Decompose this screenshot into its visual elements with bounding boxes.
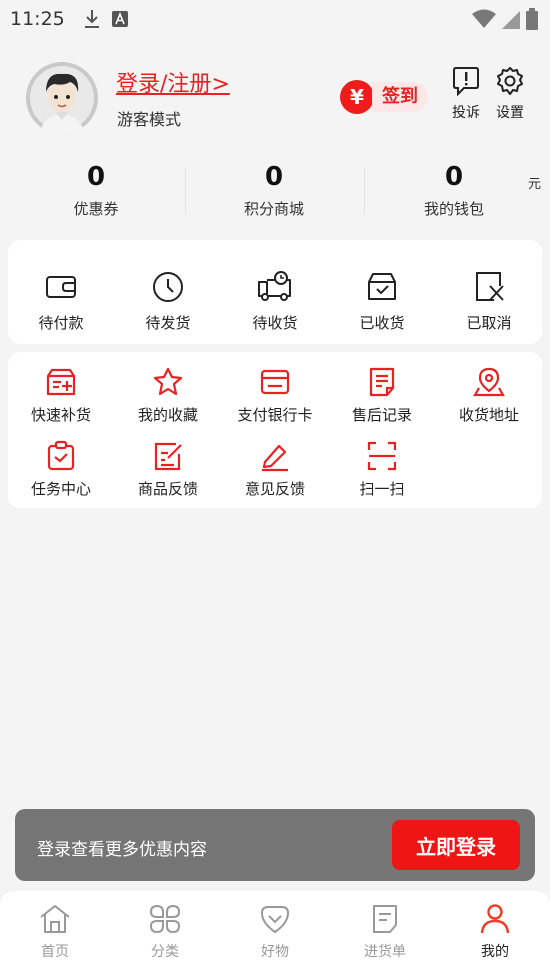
download-icon — [85, 10, 99, 28]
home-icon — [40, 905, 70, 933]
tab-purchase-list-label: 进货单 — [364, 944, 406, 960]
status-bar: 11:25 — [0, 0, 550, 38]
avatar[interactable] — [26, 62, 98, 134]
yuan-icon: ¥ — [340, 80, 374, 114]
tab-home-label: 首页 — [41, 944, 69, 960]
settings-label: 设置 — [496, 105, 524, 121]
tab-home[interactable]: 首页 — [15, 903, 95, 961]
order-cancelled-label: 已取消 — [466, 314, 512, 332]
tab-mine-label: 我的 — [481, 944, 509, 960]
wifi-icon — [472, 9, 496, 28]
tool-quick-restock-label: 快速补货 — [30, 406, 91, 424]
order-pending-payment-label: 待付款 — [38, 314, 84, 332]
tool-address-label: 收货地址 — [458, 406, 519, 424]
stat-points-mall-value: 0 — [264, 162, 284, 192]
stat-coupons-label: 优惠券 — [73, 200, 119, 218]
tool-after-sales-label: 售后记录 — [351, 406, 412, 424]
stat-wallet-label: 我的钱包 — [423, 200, 484, 218]
signin-button[interactable]: ¥ 签到 — [340, 78, 428, 116]
tool-task-center-label: 任务中心 — [30, 480, 91, 498]
tab-category-label: 分类 — [151, 944, 179, 960]
stat-coupons[interactable]: 0 优惠券 — [46, 160, 146, 219]
tool-scan[interactable]: 扫一扫 — [329, 440, 435, 499]
stat-divider — [364, 168, 365, 214]
location-icon — [473, 367, 505, 397]
stat-wallet[interactable]: 0 我的钱包 — [404, 160, 504, 219]
cancel-icon — [476, 272, 504, 301]
edit-icon — [154, 442, 182, 471]
status-notification-icons — [84, 9, 128, 29]
stat-points-mall-label: 积分商城 — [243, 200, 304, 218]
stat-points-mall[interactable]: 0 积分商城 — [224, 160, 324, 219]
order-received[interactable]: 已收货 — [329, 270, 435, 333]
order-pending-shipment-label: 待发货 — [145, 314, 191, 332]
heart-shield-icon — [260, 906, 290, 934]
tab-mine[interactable]: 我的 — [455, 903, 535, 961]
tool-suggestions[interactable]: 意见反馈 — [222, 440, 328, 499]
complaint-label: 投诉 — [452, 105, 480, 121]
tab-goods-label: 好物 — [261, 944, 289, 960]
guest-mode-label: 游客模式 — [117, 110, 182, 129]
category-icon — [149, 904, 181, 934]
bottom-tab-bar: 首页 分类 好物 进货单 我的 — [0, 891, 550, 979]
status-time: 11:25 — [10, 8, 65, 30]
tool-address[interactable]: 收货地址 — [436, 366, 542, 425]
stat-coupons-value: 0 — [86, 162, 106, 192]
avatar-image — [26, 62, 98, 134]
login-banner: 登录查看更多优惠内容 立即登录 — [15, 809, 535, 881]
tab-goods[interactable]: 好物 — [235, 903, 315, 961]
document-icon — [369, 367, 395, 397]
order-pending-receipt-label: 待收货 — [252, 314, 298, 332]
tool-product-feedback[interactable]: 商品反馈 — [115, 440, 221, 499]
order-cancelled[interactable]: 已取消 — [436, 270, 542, 333]
order-pending-shipment[interactable]: 待发货 — [115, 270, 221, 333]
login-banner-text: 登录查看更多优惠内容 — [37, 840, 207, 860]
battery-icon — [526, 8, 538, 30]
star-icon — [153, 367, 183, 396]
login-register-link[interactable]: 登录/注册> — [116, 66, 230, 98]
pencil-icon — [262, 444, 288, 472]
gear-icon — [497, 67, 523, 95]
tool-after-sales[interactable]: 售后记录 — [329, 366, 435, 425]
tool-task-center[interactable]: 任务中心 — [8, 440, 114, 499]
list-icon — [373, 905, 397, 933]
signal-icon — [502, 11, 520, 29]
tab-purchase-list[interactable]: 进货单 — [345, 903, 425, 961]
restock-icon — [46, 368, 76, 396]
tool-suggestions-label: 意见反馈 — [244, 480, 305, 498]
order-pending-receipt[interactable]: 待收货 — [222, 270, 328, 333]
tool-product-feedback-label: 商品反馈 — [137, 480, 198, 498]
person-icon — [480, 904, 510, 934]
tool-favorites[interactable]: 我的收藏 — [115, 366, 221, 425]
signin-label: 签到 — [372, 82, 428, 112]
scan-icon — [367, 441, 397, 471]
tool-favorites-label: 我的收藏 — [137, 406, 198, 424]
order-pending-payment[interactable]: 待付款 — [8, 270, 114, 333]
box-check-icon — [368, 273, 396, 300]
tool-bank-card[interactable]: 支付银行卡 — [222, 366, 328, 425]
app-notification-icon — [112, 11, 128, 27]
tools-card: 快速补货 我的收藏 支付银行卡 售后记录 收货地址 任务中心 商品反馈 意见反馈… — [8, 352, 542, 508]
clipboard-check-icon — [47, 440, 75, 471]
settings-button[interactable]: 设置 — [488, 66, 532, 122]
tool-bank-card-label: 支付银行卡 — [237, 406, 313, 424]
wallet-icon — [46, 276, 76, 298]
tab-category[interactable]: 分类 — [125, 903, 205, 961]
order-received-label: 已收货 — [359, 314, 405, 332]
login-now-button[interactable]: 立即登录 — [392, 820, 520, 870]
truck-icon — [258, 271, 291, 301]
wallet-unit: 元 — [528, 177, 542, 192]
tool-scan-label: 扫一扫 — [359, 480, 405, 498]
complaint-icon — [453, 67, 479, 96]
clock-icon — [153, 272, 183, 302]
order-status-card: 待付款 待发货 待收货 已收货 已取消 — [8, 240, 542, 344]
stat-wallet-value: 0 — [444, 162, 464, 192]
status-system-icons — [472, 8, 538, 30]
stat-divider — [185, 168, 186, 214]
complaint-button[interactable]: 投诉 — [444, 66, 488, 122]
bank-card-icon — [260, 369, 290, 395]
tool-quick-restock[interactable]: 快速补货 — [8, 366, 114, 425]
